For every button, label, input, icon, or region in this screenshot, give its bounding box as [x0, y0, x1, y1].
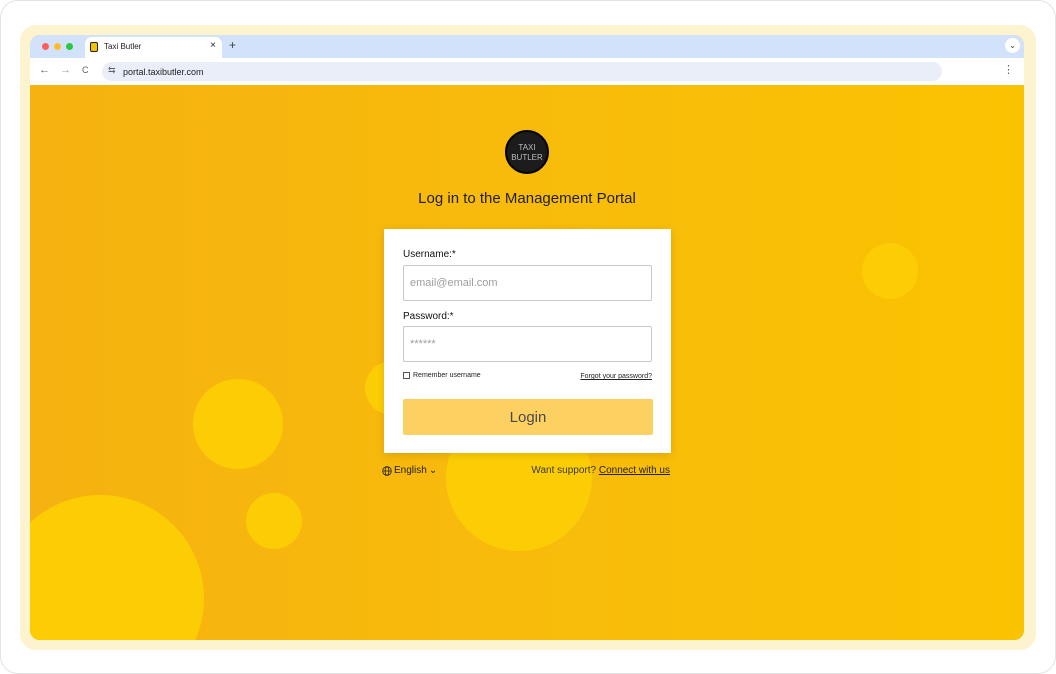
- support-prompt: Want support? Connect with us: [531, 465, 670, 476]
- page-title: Log in to the Management Portal: [418, 190, 636, 207]
- close-window-button[interactable]: [42, 43, 49, 50]
- navigation-bar: ← → C ⇆ portal.taxibutler.com ⋮: [30, 58, 1024, 85]
- browser-tab[interactable]: Taxi Butler ×: [85, 37, 222, 58]
- tab-title: Taxi Butler: [104, 42, 142, 51]
- logo-line-1: TAXI: [518, 143, 536, 152]
- site-info-icon[interactable]: ⇆: [108, 65, 116, 76]
- logo-line-2: BUTLER: [511, 153, 543, 162]
- tab-search-icon[interactable]: ⌄: [1005, 38, 1020, 53]
- remember-username-option[interactable]: Remember username: [403, 372, 481, 379]
- taxi-butler-logo: TAXI BUTLER: [505, 130, 549, 174]
- remember-username-label[interactable]: Remember username: [413, 372, 481, 379]
- maximize-window-button[interactable]: [66, 43, 73, 50]
- minimize-window-button[interactable]: [54, 43, 61, 50]
- login-page: TAXI BUTLER Log in to the Management Por…: [30, 85, 1024, 640]
- login-button[interactable]: Login: [403, 399, 653, 435]
- decorative-bubble: [30, 495, 204, 640]
- reload-icon[interactable]: C: [82, 65, 89, 75]
- language-selector[interactable]: English ⌄: [382, 465, 437, 476]
- tab-bar: Taxi Butler × + ⌄: [30, 35, 1024, 58]
- password-label: Password:*: [403, 311, 454, 322]
- login-card: Username:* Password:* Remember username …: [384, 229, 671, 453]
- taxi-favicon-icon: [90, 42, 98, 52]
- browser-menu-icon[interactable]: ⋮: [1003, 63, 1014, 76]
- url-text[interactable]: portal.taxibutler.com: [123, 67, 204, 77]
- remember-username-checkbox[interactable]: [403, 372, 410, 379]
- decorative-bubble: [862, 243, 918, 299]
- support-text: Want support?: [531, 465, 597, 476]
- language-label[interactable]: English: [394, 465, 427, 476]
- connect-with-us-link[interactable]: Connect with us: [599, 465, 670, 476]
- browser-window: Taxi Butler × + ⌄ ← → C ⇆ portal.taxibut…: [30, 35, 1024, 640]
- tab-close-icon[interactable]: ×: [210, 40, 216, 51]
- username-label: Username:*: [403, 249, 456, 260]
- forgot-password-link[interactable]: Forgot your password?: [580, 373, 652, 380]
- password-input[interactable]: [403, 326, 652, 362]
- decorative-bubble: [246, 493, 302, 549]
- globe-icon: [382, 465, 392, 476]
- address-bar[interactable]: ⇆ portal.taxibutler.com: [102, 62, 942, 81]
- back-arrow-icon[interactable]: ←: [39, 64, 50, 76]
- decorative-bubble: [193, 379, 283, 469]
- chevron-down-icon: ⌄: [428, 465, 438, 476]
- forward-arrow-icon[interactable]: →: [60, 64, 71, 76]
- new-tab-button[interactable]: +: [229, 38, 236, 52]
- username-input[interactable]: [403, 265, 652, 301]
